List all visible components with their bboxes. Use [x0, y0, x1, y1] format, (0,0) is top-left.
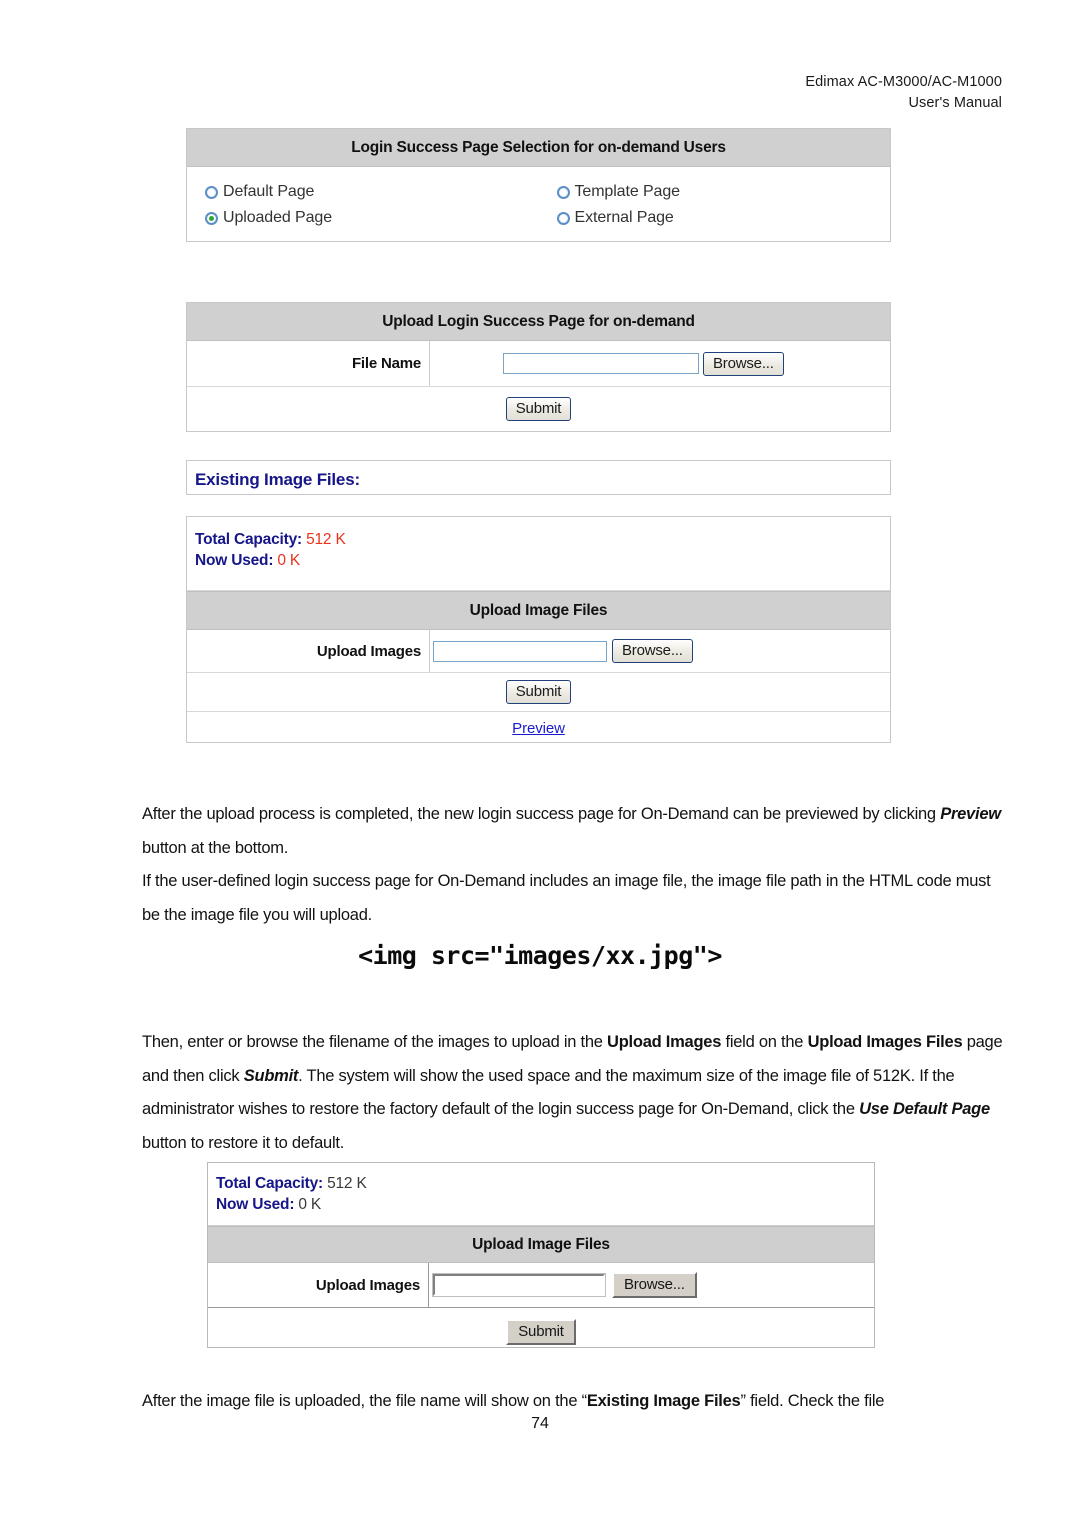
- upload-images-input-top[interactable]: [433, 640, 607, 662]
- upload-images-row-bottom: Upload Images Browse...: [208, 1263, 874, 1308]
- upload-images-submit-button-top[interactable]: Submit: [505, 679, 572, 704]
- existing-image-files-heading: Existing Image Files:: [195, 470, 360, 489]
- upload-images-browse-button-bottom[interactable]: Browse...: [612, 1272, 697, 1298]
- para1-part-b: button at the bottom.: [142, 838, 289, 857]
- paragraph-image-path-instructions: If the user-defined login success page f…: [142, 865, 1008, 932]
- total-capacity-label-top: Total Capacity:: [195, 531, 302, 548]
- upload-page-submit-row: Submit: [187, 387, 890, 432]
- panel-title-upload-login-page: Upload Login Success Page for on-demand: [187, 303, 890, 341]
- upload-images-submit-row-top: Submit: [187, 673, 890, 712]
- preview-row: Preview: [187, 712, 890, 745]
- upload-images-submit-row-bottom: Submit: [208, 1308, 874, 1356]
- total-capacity-value-bottom: 512 K: [327, 1175, 367, 1192]
- para3-emphasis-use-default-page: Use Default Page: [859, 1100, 990, 1118]
- existing-image-files-panel: Existing Image Files:: [186, 460, 891, 495]
- total-capacity-line-top: Total Capacity: 512 K: [195, 529, 890, 550]
- para3-part-a: Then, enter or browse the filename of th…: [142, 1033, 608, 1051]
- upload-images-submit-button-bottom[interactable]: Submit: [506, 1318, 576, 1345]
- para3-bold-upload-images-files: Upload Images Files: [807, 1033, 963, 1051]
- panel-title-selection: Login Success Page Selection for on-dema…: [187, 129, 890, 167]
- total-capacity-label-bottom: Total Capacity:: [216, 1175, 323, 1192]
- now-used-label-bottom: Now Used:: [216, 1196, 295, 1213]
- para4-part-a: After the image file is uploaded, the fi…: [142, 1392, 587, 1410]
- para3-part-e: button to restore it to default.: [142, 1133, 345, 1152]
- page-number: 74: [0, 1415, 1080, 1433]
- now-used-line-bottom: Now Used: 0 K: [216, 1194, 874, 1215]
- para1-emphasis-preview: Preview: [940, 805, 1001, 823]
- radio-option-default-page[interactable]: Default Page: [187, 179, 539, 205]
- radio-option-template-page[interactable]: Template Page: [539, 179, 891, 205]
- radio-label-external-page: External Page: [574, 209, 674, 226]
- para1-part-a: After the upload process is completed, t…: [142, 805, 941, 823]
- upload-login-success-page-panel: Upload Login Success Page for on-demand …: [186, 302, 891, 432]
- header-product-line: Edimax AC-M3000/AC-M1000: [805, 74, 1002, 90]
- upload-page-submit-button[interactable]: Submit: [505, 397, 572, 421]
- radio-option-uploaded-page[interactable]: Uploaded Page: [187, 205, 539, 231]
- upload-images-control-bottom: Browse...: [429, 1263, 874, 1307]
- header-manual-line: User's Manual: [908, 95, 1002, 111]
- login-success-page-selection-panel: Login Success Page Selection for on-dema…: [186, 128, 891, 242]
- radio-icon-uploaded-page[interactable]: [205, 211, 218, 225]
- total-capacity-line-bottom: Total Capacity: 512 K: [216, 1173, 874, 1194]
- capacity-block-bottom: Total Capacity: 512 K Now Used: 0 K: [208, 1163, 874, 1226]
- now-used-line-top: Now Used: 0 K: [195, 550, 890, 571]
- total-capacity-value-top: 512 K: [306, 531, 346, 548]
- file-name-input[interactable]: [503, 353, 699, 374]
- radio-label-uploaded-page: Uploaded Page: [223, 209, 333, 226]
- para3-part-b: field on the: [721, 1033, 808, 1051]
- code-snippet-img-tag: <img src="images/xx.jpg">: [0, 941, 1080, 970]
- radio-icon-default-page[interactable]: [205, 185, 218, 199]
- radio-icon-template-page[interactable]: [556, 185, 570, 199]
- upload-images-label-bottom: Upload Images: [208, 1263, 429, 1307]
- preview-link[interactable]: Preview: [512, 720, 565, 737]
- radio-option-external-page[interactable]: External Page: [539, 205, 891, 231]
- document-header: Edimax AC-M3000/AC-M1000 User's Manual: [805, 72, 1002, 114]
- upload-image-files-panel-bottom: Total Capacity: 512 K Now Used: 0 K Uplo…: [207, 1162, 875, 1348]
- upload-images-input-bottom[interactable]: [432, 1273, 606, 1297]
- radio-label-template-page: Template Page: [574, 183, 681, 200]
- paragraph-preview-instructions: After the upload process is completed, t…: [142, 798, 1008, 865]
- file-name-control: Browse...: [430, 341, 890, 386]
- file-name-label: File Name: [187, 341, 430, 386]
- capacity-block-top: Total Capacity: 512 K Now Used: 0 K: [187, 517, 890, 591]
- file-name-row: File Name Browse...: [187, 341, 890, 387]
- now-used-value-top: 0 K: [277, 552, 301, 569]
- paragraph-existing-image-files-note: After the image file is uploaded, the fi…: [142, 1385, 1008, 1419]
- upload-image-files-panel-top: Total Capacity: 512 K Now Used: 0 K Uplo…: [186, 516, 891, 743]
- para3-emphasis-submit: Submit: [243, 1066, 299, 1085]
- radio-icon-external-page[interactable]: [556, 211, 570, 225]
- para4-part-c: ” field. Check the file: [740, 1392, 885, 1410]
- upload-images-browse-button-top[interactable]: Browse...: [612, 639, 693, 663]
- upload-images-control-top: Browse...: [430, 630, 890, 672]
- paragraph-upload-submit-instructions: Then, enter or browse the filename of th…: [142, 1026, 1008, 1160]
- page-selection-radio-group: Default Page Template Page Uploaded Page…: [187, 167, 890, 245]
- upload-images-row-top: Upload Images Browse...: [187, 630, 890, 673]
- now-used-value-bottom: 0 K: [298, 1196, 322, 1213]
- para2-text: If the user-defined login success page f…: [142, 872, 991, 924]
- upload-images-label-top: Upload Images: [187, 630, 430, 672]
- para3-bold-upload-images: Upload Images: [607, 1033, 722, 1051]
- panel-title-upload-image-files-top: Upload Image Files: [187, 591, 890, 630]
- file-name-browse-button[interactable]: Browse...: [703, 351, 784, 376]
- page-number-text: 74: [531, 1415, 549, 1432]
- now-used-label-top: Now Used:: [195, 552, 274, 569]
- radio-label-default-page: Default Page: [223, 183, 315, 200]
- para4-bold-existing-image-files: Existing Image Files: [586, 1392, 741, 1410]
- panel-title-upload-image-files-bottom: Upload Image Files: [208, 1226, 874, 1263]
- code-snippet-text: <img src="images/xx.jpg">: [358, 941, 722, 970]
